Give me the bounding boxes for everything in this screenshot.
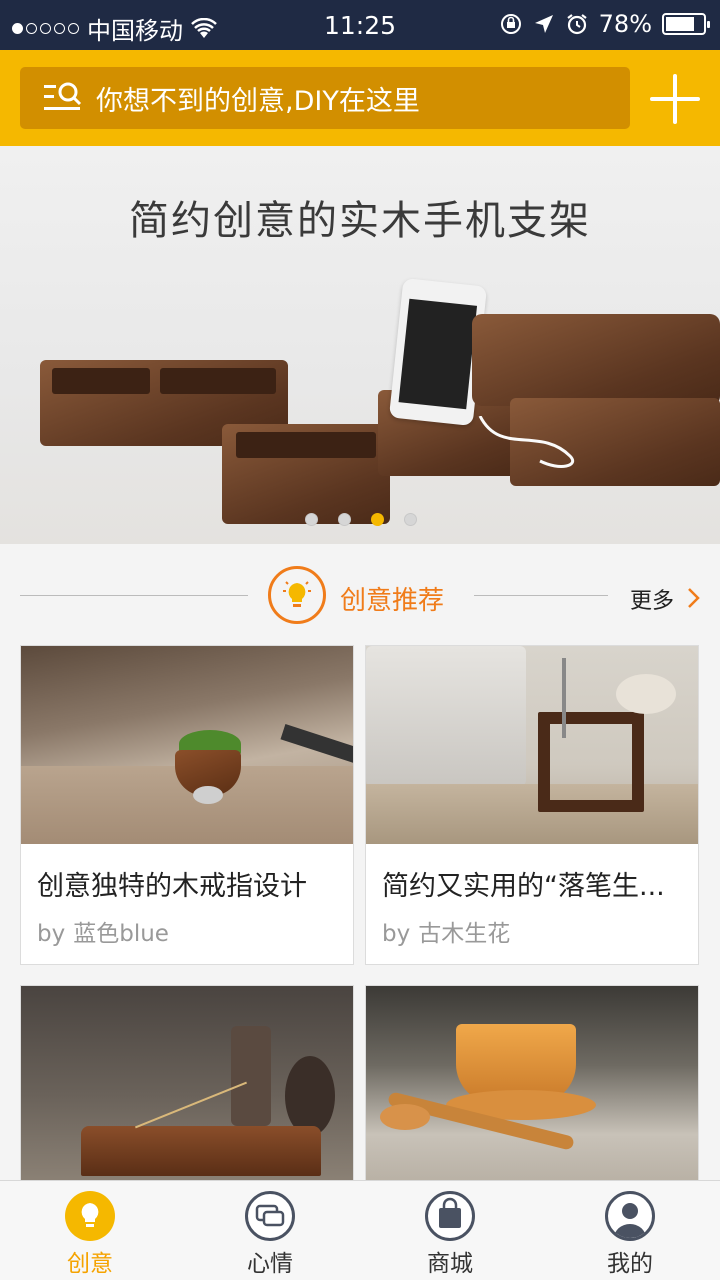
tab-label: 我的 — [607, 1251, 653, 1277]
tab-label: 心情 — [247, 1251, 293, 1277]
chevron-right-icon[interactable] — [686, 586, 702, 610]
bottom-tab-bar: 创意 心情 商城 我的 — [0, 1180, 720, 1280]
add-button[interactable] — [650, 74, 700, 124]
lightbulb-icon — [65, 1191, 115, 1241]
card-by: by — [382, 921, 411, 947]
section-header: 创意推荐 更多 — [0, 544, 720, 644]
tab-label: 创意 — [67, 1251, 113, 1277]
idea-card[interactable]: 创意独特的木戒指设计 by 蓝色blue — [20, 645, 354, 965]
carousel-indicators — [305, 513, 417, 526]
more-link[interactable]: 更多 — [630, 583, 674, 615]
card-title: 创意独特的木戒指设计 — [37, 871, 307, 902]
banner-title: 简约创意的实木手机支架 — [129, 198, 591, 244]
location-arrow-icon — [534, 15, 553, 33]
search-bar[interactable]: 你想不到的创意,DIY在这里 — [20, 67, 630, 129]
divider-line — [20, 595, 248, 596]
card-author: by 古木生花 — [382, 914, 510, 948]
alarm-icon — [566, 14, 587, 35]
search-placeholder: 你想不到的创意,DIY在这里 — [96, 85, 420, 117]
tab-label: 商城 — [427, 1251, 473, 1277]
idea-card[interactable] — [365, 985, 699, 1185]
tab-me[interactable]: 我的 — [540, 1181, 720, 1280]
user-icon — [605, 1191, 655, 1241]
rotation-lock-icon — [500, 14, 521, 34]
tab-mood[interactable]: 心情 — [180, 1181, 360, 1280]
carousel-dot[interactable] — [305, 513, 318, 526]
card-image-ring — [21, 646, 353, 844]
section-title: 创意推荐 — [340, 586, 445, 616]
carousel-dot[interactable] — [404, 513, 417, 526]
card-image-cup — [366, 986, 698, 1184]
tab-shop[interactable]: 商城 — [360, 1181, 540, 1280]
card-author-name: 蓝色blue — [73, 921, 169, 947]
battery-percent: 78% — [598, 10, 652, 38]
card-image-incense — [21, 986, 353, 1184]
tab-idea[interactable]: 创意 — [0, 1181, 180, 1280]
chat-bubble-icon — [245, 1191, 295, 1241]
battery-icon — [662, 13, 710, 35]
divider-line — [474, 595, 608, 596]
search-list-icon — [34, 67, 92, 129]
banner-carousel[interactable]: 简约创意的实木手机支架 — [0, 146, 720, 544]
idea-card[interactable]: 简约又实用的“落笔生... by 古木生花 — [365, 645, 699, 965]
shopping-bag-icon — [425, 1191, 475, 1241]
card-image-pen-holder — [366, 646, 698, 844]
card-title: 简约又实用的“落笔生... — [382, 871, 665, 902]
top-header: 你想不到的创意,DIY在这里 — [0, 50, 720, 146]
carousel-dot[interactable] — [338, 513, 351, 526]
status-bar: 中国移动 11:25 78% — [0, 0, 720, 50]
carousel-dot-active[interactable] — [371, 513, 384, 526]
card-by: by — [37, 921, 66, 947]
card-author-name: 古木生花 — [418, 921, 511, 947]
lightbulb-icon — [268, 566, 326, 624]
card-author: by 蓝色blue — [37, 914, 169, 948]
status-right: 78% — [499, 10, 710, 38]
idea-card[interactable] — [20, 985, 354, 1185]
